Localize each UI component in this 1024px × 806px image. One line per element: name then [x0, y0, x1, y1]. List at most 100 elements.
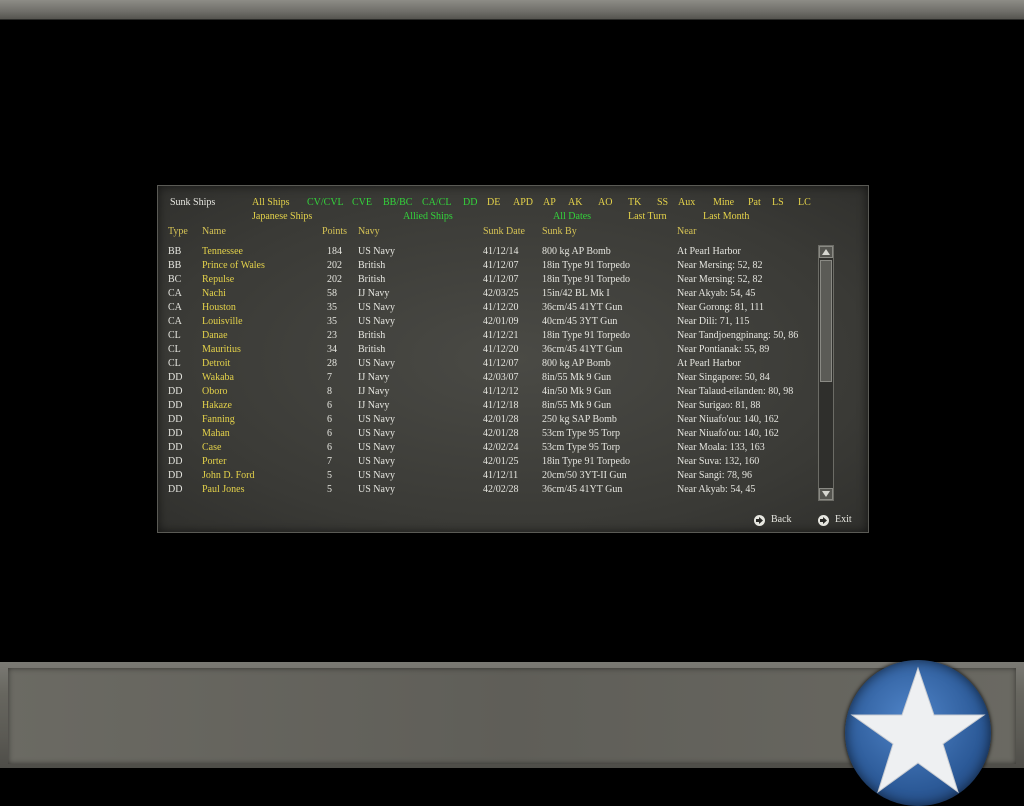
- filter-ao[interactable]: AO: [598, 197, 612, 209]
- filter-mine[interactable]: Mine: [713, 197, 734, 209]
- cell-name[interactable]: Fanning: [202, 413, 235, 427]
- filter-de[interactable]: DE: [487, 197, 500, 209]
- cell-name[interactable]: Louisville: [202, 315, 243, 329]
- table-row[interactable]: DD Hakaze 6 IJ Navy 41/12/18 8in/55 Mk 9 Gun N…: [158, 399, 818, 413]
- cell-points: 28: [327, 358, 337, 369]
- cell-sunk-by: 800 kg AP Bomb: [542, 246, 611, 257]
- cell-name[interactable]: Prince of Wales: [202, 259, 265, 273]
- table-row[interactable]: DD John D. Ford 5 US Navy 41/12/11 20cm/50 3Y…: [158, 469, 818, 483]
- table-row[interactable]: DD Wakaba 7 IJ Navy 42/03/07 8in/55 Mk 9 Gun N…: [158, 371, 818, 385]
- column-header-navy[interactable]: Navy: [358, 226, 380, 238]
- column-header-name[interactable]: Name: [202, 226, 226, 238]
- cell-type: CA: [168, 316, 182, 327]
- cell-sunk-date: 41/12/07: [483, 358, 519, 369]
- filter-lc[interactable]: LC: [798, 197, 811, 209]
- cell-navy: US Navy: [358, 428, 395, 439]
- table-row[interactable]: DD Paul Jones 5 US Navy 42/02/28 36cm/45 41YT…: [158, 483, 818, 497]
- cell-name[interactable]: Repulse: [202, 273, 234, 287]
- column-header-sunk-by[interactable]: Sunk By: [542, 226, 577, 238]
- cell-sunk-date: 41/12/07: [483, 260, 519, 271]
- table-row[interactable]: DD Oboro 8 IJ Navy 41/12/12 4in/50 Mk 9 Gun Ne…: [158, 385, 818, 399]
- filter-all-dates[interactable]: All Dates: [553, 211, 591, 223]
- cell-name[interactable]: Detroit: [202, 357, 230, 371]
- filter-ak[interactable]: AK: [568, 197, 582, 209]
- arrow-down-icon: [822, 491, 830, 497]
- filter-cve[interactable]: CVE: [352, 197, 372, 209]
- filter-dd[interactable]: DD: [463, 197, 477, 209]
- exit-button[interactable]: Exit: [818, 514, 852, 526]
- table-row[interactable]: BB Prince of Wales 202 British 41/12/07 18in …: [158, 259, 818, 273]
- table-row[interactable]: DD Mahan 6 US Navy 42/01/28 53cm Type 95 Torp…: [158, 427, 818, 441]
- scrollbar[interactable]: [818, 245, 834, 501]
- table-row[interactable]: BB Tennessee 184 US Navy 41/12/14 800 kg AP B…: [158, 245, 818, 259]
- cell-name[interactable]: Wakaba: [202, 371, 234, 385]
- cell-navy: US Navy: [358, 470, 395, 481]
- column-header-near[interactable]: Near: [677, 226, 696, 238]
- cell-name[interactable]: Mauritius: [202, 343, 241, 357]
- scroll-down-button[interactable]: [819, 488, 833, 500]
- cell-sunk-date: 41/12/20: [483, 344, 519, 355]
- filter-apd[interactable]: APD: [513, 197, 533, 209]
- table-row[interactable]: CA Nachi 58 IJ Navy 42/03/25 15in/42 BL Mk I N…: [158, 287, 818, 301]
- scroll-thumb[interactable]: [820, 260, 832, 382]
- filter-aux[interactable]: Aux: [678, 197, 695, 209]
- cell-near: Near Moala: 133, 163: [677, 442, 765, 453]
- filter-ap[interactable]: AP: [543, 197, 556, 209]
- filter-bb-bc[interactable]: BB/BC: [383, 197, 412, 209]
- table-row[interactable]: CL Danae 23 British 41/12/21 18in Type 91 Tor…: [158, 329, 818, 343]
- cell-name[interactable]: Case: [202, 441, 221, 455]
- filter-last-turn[interactable]: Last Turn: [628, 211, 667, 223]
- column-header-type[interactable]: Type: [168, 226, 188, 238]
- filter-allied-ships[interactable]: Allied Ships: [403, 211, 453, 223]
- cell-points: 23: [327, 330, 337, 341]
- cell-near: Near Akyab: 54, 45: [677, 288, 756, 299]
- table-row[interactable]: DD Porter 7 US Navy 42/01/25 18in Type 91 Tor…: [158, 455, 818, 469]
- exit-label: Exit: [835, 514, 852, 525]
- cell-navy: US Navy: [358, 456, 395, 467]
- cell-name[interactable]: Porter: [202, 455, 226, 469]
- table-row[interactable]: CL Detroit 28 US Navy 41/12/07 800 kg AP Bomb…: [158, 357, 818, 371]
- cell-sunk-date: 42/03/25: [483, 288, 519, 299]
- cell-name[interactable]: Mahan: [202, 427, 230, 441]
- cell-navy: British: [358, 344, 386, 355]
- filter-ss[interactable]: SS: [657, 197, 668, 209]
- cell-near: Near Niuafo'ou: 140, 162: [677, 414, 779, 425]
- column-header-points[interactable]: Points: [322, 226, 347, 238]
- table-row[interactable]: DD Case 6 US Navy 42/02/24 53cm Type 95 Torp N…: [158, 441, 818, 455]
- cell-name[interactable]: Danae: [202, 329, 228, 343]
- scroll-up-button[interactable]: [819, 246, 833, 258]
- table-row[interactable]: CA Houston 35 US Navy 41/12/20 36cm/45 41YT G…: [158, 301, 818, 315]
- cell-navy: IJ Navy: [358, 288, 390, 299]
- cell-name[interactable]: Nachi: [202, 287, 226, 301]
- cell-sunk-date: 42/03/07: [483, 372, 519, 383]
- cell-navy: US Navy: [358, 316, 395, 327]
- filter-japanese-ships[interactable]: Japanese Ships: [252, 211, 312, 223]
- back-button[interactable]: Back: [754, 514, 792, 526]
- column-header-sunk-date[interactable]: Sunk Date: [483, 226, 525, 238]
- table-row[interactable]: BC Repulse 202 British 41/12/07 18in Type 91 …: [158, 273, 818, 287]
- cell-near: Near Tandjoengpinang: 50, 86: [677, 330, 799, 341]
- cell-sunk-date: 41/12/21: [483, 330, 519, 341]
- cell-sunk-date: 41/12/07: [483, 274, 519, 285]
- table-row[interactable]: CA Louisville 35 US Navy 42/01/09 40cm/45 3YT…: [158, 315, 818, 329]
- filter-pat[interactable]: Pat: [748, 197, 761, 209]
- filter-last-month[interactable]: Last Month: [703, 211, 749, 223]
- filter-ca-cl[interactable]: CA/CL: [422, 197, 451, 209]
- cell-name[interactable]: Hakaze: [202, 399, 232, 413]
- table-row[interactable]: DD Fanning 6 US Navy 42/01/28 250 kg SAP Bomb…: [158, 413, 818, 427]
- cell-sunk-by: 8in/55 Mk 9 Gun: [542, 372, 612, 383]
- cell-near: Near Akyab: 54, 45: [677, 484, 756, 495]
- cell-name[interactable]: Paul Jones: [202, 483, 245, 497]
- cell-points: 35: [327, 302, 337, 313]
- filter-ls[interactable]: LS: [772, 197, 784, 209]
- filter-all-ships[interactable]: All Ships: [252, 197, 290, 209]
- cell-sunk-date: 41/12/12: [483, 386, 519, 397]
- cell-name[interactable]: Tennessee: [202, 245, 243, 259]
- filter-cv-cvl[interactable]: CV/CVL: [307, 197, 344, 209]
- cell-name[interactable]: Oboro: [202, 385, 228, 399]
- filter-tk[interactable]: TK: [628, 197, 641, 209]
- cell-name[interactable]: John D. Ford: [202, 469, 255, 483]
- cell-sunk-date: 42/02/24: [483, 442, 519, 453]
- table-row[interactable]: CL Mauritius 34 British 41/12/20 36cm/45 41YT…: [158, 343, 818, 357]
- cell-name[interactable]: Houston: [202, 301, 236, 315]
